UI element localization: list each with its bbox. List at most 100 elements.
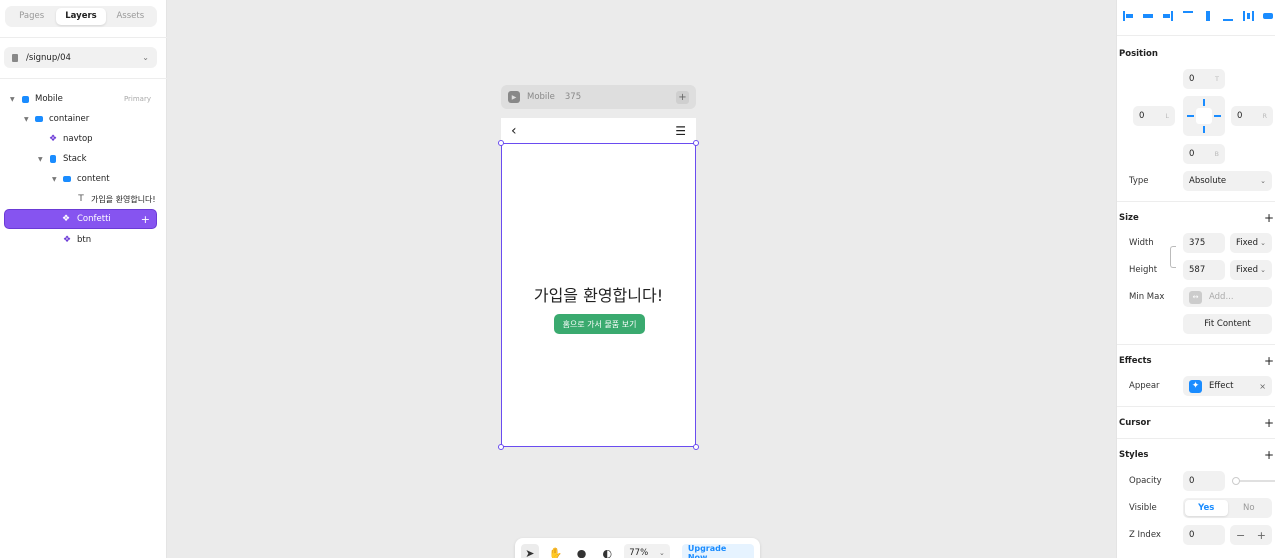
divider (0, 78, 167, 79)
page-path: /signup/04 (26, 52, 71, 63)
tab-assets[interactable]: Assets (106, 8, 155, 25)
top-input[interactable]: 0 T (1183, 69, 1225, 89)
menu-icon[interactable]: ☰ (675, 124, 686, 138)
left-suffix: L (1165, 112, 1169, 120)
tab-pages[interactable]: Pages (7, 8, 56, 25)
effect-icon: ✦ (1189, 379, 1202, 393)
minmax-input[interactable]: ↔ Add... (1183, 287, 1272, 307)
divider (1117, 344, 1275, 345)
caret-down-icon[interactable]: ▼ (38, 156, 43, 163)
pin-right[interactable] (1214, 115, 1221, 117)
align-center-v-icon[interactable] (1201, 8, 1215, 24)
increment-icon[interactable]: + (1257, 529, 1266, 542)
back-icon[interactable]: ‹ (511, 123, 517, 139)
resize-handle-tr[interactable] (693, 140, 699, 146)
opacity-input[interactable]: 0 (1183, 471, 1225, 491)
opacity-slider[interactable] (1232, 477, 1275, 485)
add-icon[interactable]: + (141, 213, 150, 226)
home-button[interactable]: 홈으로 가서 물품 보기 (554, 314, 645, 334)
add-icon[interactable]: + (1264, 355, 1274, 367)
tab-layers[interactable]: Layers (56, 8, 106, 25)
pointer-tool-icon[interactable]: ➤ (521, 544, 539, 558)
effect-field[interactable]: ✦ Effect × (1183, 376, 1272, 396)
dark-mode-icon[interactable]: ◐ (598, 544, 616, 558)
align-bottom-icon[interactable] (1221, 8, 1235, 24)
add-icon[interactable]: + (1264, 417, 1274, 429)
type-value: Absolute (1189, 176, 1227, 186)
height-input[interactable]: 587 (1183, 260, 1225, 280)
layer-stack[interactable]: ▼ Stack (4, 149, 157, 169)
zindex-stepper[interactable]: − + (1230, 525, 1272, 545)
chevron-down-icon: ⌄ (1260, 177, 1266, 185)
caret-down-icon[interactable]: ▼ (10, 96, 15, 103)
hand-tool-icon[interactable]: ✋ (547, 544, 565, 558)
visible-no[interactable]: No (1228, 500, 1271, 516)
frame-header[interactable]: ▶ Mobile 375 + (501, 85, 696, 109)
navtop[interactable]: ‹ ☰ (501, 118, 696, 143)
width-mode: Fixed (1236, 238, 1259, 248)
pin-left[interactable] (1187, 115, 1194, 117)
minmax-icon: ↔ (1189, 290, 1202, 304)
frame-name: Mobile (527, 92, 555, 102)
height-mode-select[interactable]: Fixed ⌄ (1230, 260, 1272, 280)
width-input[interactable]: 375 (1183, 233, 1225, 253)
resize-handle-tl[interactable] (498, 140, 504, 146)
layer-text[interactable]: T 가입을 환영합니다! (4, 189, 157, 209)
add-icon[interactable]: + (1264, 212, 1274, 224)
position-constraints[interactable] (1183, 96, 1225, 136)
opacity-label: Opacity (1129, 476, 1162, 486)
right-input[interactable]: 0 R (1231, 106, 1273, 126)
width-mode-select[interactable]: Fixed ⌄ (1230, 233, 1272, 253)
close-icon[interactable]: × (1259, 382, 1266, 391)
minmax-label: Min Max (1129, 292, 1165, 302)
type-select[interactable]: Absolute ⌄ (1183, 171, 1272, 191)
left-input[interactable]: 0 L (1133, 106, 1175, 126)
pin-top[interactable] (1203, 99, 1205, 106)
bottom-toolbar: ➤ ✋ ● ◐ 77% ⌄ Upgrade Now (515, 538, 760, 558)
properties-panel: Position 0 T 0 L 0 R 0 B Type Absolute ⌄… (1116, 0, 1280, 558)
layer-container[interactable]: ▼ container (4, 109, 157, 129)
visible-toggle[interactable]: Yes No (1183, 498, 1272, 518)
pin-bottom[interactable] (1203, 126, 1205, 133)
zoom-value: 77% (629, 548, 649, 558)
fit-content-button[interactable]: Fit Content (1183, 314, 1272, 334)
divider (0, 37, 167, 38)
chevron-down-icon: ⌄ (1260, 266, 1266, 274)
align-left-icon[interactable] (1121, 8, 1135, 24)
effect-value: Effect (1209, 381, 1234, 391)
layer-content[interactable]: ▼ content (4, 169, 157, 189)
zoom-select[interactable]: 77% ⌄ (624, 544, 670, 558)
distribute-v-icon[interactable] (1261, 8, 1275, 24)
zindex-input[interactable]: 0 (1183, 525, 1225, 545)
resize-handle-br[interactable] (693, 444, 699, 450)
comment-icon[interactable]: ● (573, 544, 591, 558)
slider-knob[interactable] (1232, 477, 1240, 485)
play-icon[interactable]: ▶ (508, 91, 520, 103)
caret-down-icon[interactable]: ▼ (24, 116, 29, 123)
layer-btn[interactable]: ❖ btn (4, 230, 157, 250)
bottom-suffix: B (1214, 150, 1219, 158)
caret-down-icon[interactable]: ▼ (52, 176, 57, 183)
upgrade-button[interactable]: Upgrade Now (681, 544, 755, 558)
link-icon[interactable] (1170, 246, 1176, 268)
resize-handle-bl[interactable] (498, 444, 504, 450)
page-select[interactable]: /signup/04 ⌄ (4, 47, 157, 68)
top-suffix: T (1215, 75, 1219, 83)
add-icon[interactable]: + (1264, 449, 1274, 461)
align-center-h-icon[interactable] (1141, 8, 1155, 24)
decrement-icon[interactable]: − (1236, 529, 1245, 542)
styles-title: Styles (1119, 450, 1149, 460)
layer-label: Confetti (77, 214, 111, 224)
frame-width: 375 (564, 92, 582, 102)
bottom-input[interactable]: 0 B (1183, 144, 1225, 164)
layer-mobile[interactable]: ▼ Mobile Primary (4, 89, 157, 109)
align-right-icon[interactable] (1161, 8, 1175, 24)
align-top-icon[interactable] (1181, 8, 1195, 24)
page-icon (12, 53, 18, 62)
layer-confetti[interactable]: ❖ Confetti + (4, 209, 157, 229)
add-breakpoint-icon[interactable]: + (676, 90, 689, 104)
stack-frame[interactable]: 가입을 환영합니다! 홈으로 가서 물품 보기 (501, 143, 696, 447)
distribute-h-icon[interactable] (1241, 8, 1255, 24)
visible-yes[interactable]: Yes (1185, 500, 1228, 516)
layer-navtop[interactable]: ❖ navtop (4, 129, 157, 149)
